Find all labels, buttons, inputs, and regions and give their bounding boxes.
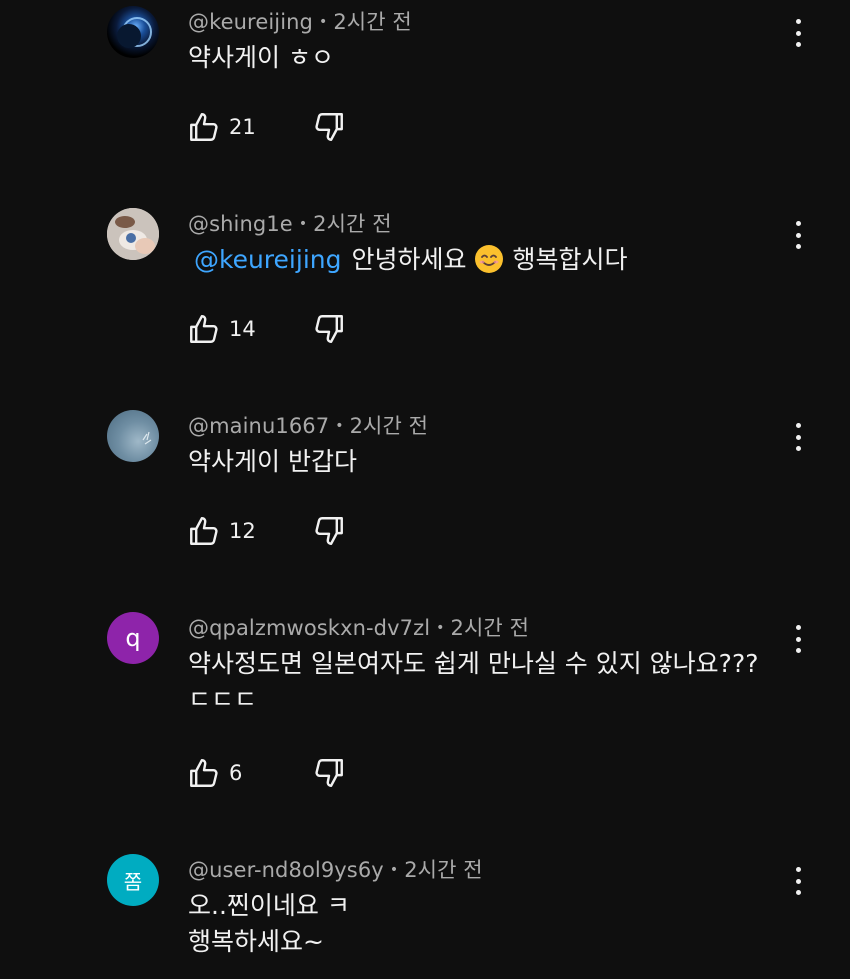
comment-text-line: 오..찐이네요 ㅋ [188, 891, 350, 920]
comment-text-line: 행복하세요~ [188, 927, 324, 956]
thumb-up-icon[interactable] [187, 312, 221, 346]
like-count: 12 [229, 519, 256, 543]
comment-meta: @mainu1667 • 2시간 전 [188, 410, 428, 440]
thumb-down-icon[interactable] [312, 756, 346, 790]
comment-meta: @user-nd8ol9ys6y • 2시간 전 [188, 854, 483, 884]
separator: • [389, 862, 399, 878]
thumb-down-icon[interactable] [312, 514, 346, 548]
photo-avatar-icon [107, 208, 159, 260]
more-options-icon[interactable] [786, 865, 810, 897]
thumb-down-icon[interactable] [312, 312, 346, 346]
comment-time: 2시간 전 [404, 858, 483, 882]
separator: • [298, 216, 308, 232]
comment-text-content: 약사게이 반갑다 [188, 447, 357, 476]
comment-text: 약사게이 ㅎㅇ [188, 40, 334, 76]
thumb-up-icon[interactable] [187, 110, 221, 144]
avatar-letter: 쫌 [123, 869, 143, 894]
comment-time: 2시간 전 [313, 212, 392, 236]
author-name[interactable]: @mainu1667 [188, 414, 329, 438]
comment-actions: 6 [187, 756, 289, 790]
avatar[interactable]: 쫌 [107, 854, 159, 906]
author-name[interactable]: @shing1e [188, 212, 293, 236]
comment-time: 2시간 전 [349, 414, 429, 438]
comment-text: @keureijing 안녕하세요 행복합시다 [188, 242, 627, 278]
comment-text-content: 행복합시다 [512, 245, 628, 274]
separator: • [318, 14, 328, 30]
more-options-icon[interactable] [786, 421, 810, 453]
thumb-up-icon[interactable] [187, 756, 221, 790]
sky-photo-icon [142, 431, 152, 445]
author-name[interactable]: @keureijing [188, 10, 313, 34]
author-name[interactable]: @qpalzmwoskxn-dv7zl [188, 616, 430, 640]
smiling-face-emoji-icon [475, 245, 504, 273]
comment-meta: @shing1e • 2시간 전 [188, 208, 392, 238]
night-sky-photo-icon [117, 17, 152, 48]
separator: • [436, 620, 445, 636]
thumb-down-icon[interactable] [312, 110, 346, 144]
comment-text-line: ㄷㄷㄷ [188, 685, 258, 714]
avatar[interactable]: q [107, 612, 159, 664]
comment-text-content: 안녕하세요 [351, 245, 467, 274]
mention-link[interactable]: @keureijing [194, 245, 341, 274]
comment-text-content: 약사게이 ㅎㅇ [188, 43, 334, 72]
comment-time: 2시간 전 [333, 10, 412, 34]
avatar[interactable] [107, 410, 159, 462]
comment-time: 2시간 전 [450, 616, 530, 640]
separator: • [335, 418, 344, 434]
comment-text-line: 약사정도면 일본여자도 쉽게 만나실 수 있지 않나요??? [188, 649, 759, 678]
like-count: 14 [229, 317, 256, 341]
more-options-icon[interactable] [786, 219, 810, 251]
comment-actions: 14 [187, 312, 289, 346]
comment-meta: @qpalzmwoskxn-dv7zl • 2시간 전 [188, 612, 529, 642]
comment-text: 오..찐이네요 ㅋ 행복하세요~ [188, 888, 350, 960]
comment-meta: @keureijing • 2시간 전 [188, 6, 412, 36]
like-count: 6 [229, 761, 243, 785]
more-options-icon[interactable] [786, 17, 810, 49]
comment-text: 약사게이 반갑다 [188, 444, 357, 480]
avatar[interactable] [107, 6, 159, 58]
comment-actions: 21 [187, 110, 289, 144]
avatar-letter: q [125, 624, 141, 652]
like-count: 21 [229, 115, 256, 139]
comment-actions: 12 [187, 514, 289, 548]
author-name[interactable]: @user-nd8ol9ys6y [188, 858, 384, 882]
comment-text: 약사정도면 일본여자도 쉽게 만나실 수 있지 않나요??? ㄷㄷㄷ [188, 646, 759, 718]
more-options-icon[interactable] [786, 623, 810, 655]
avatar[interactable] [107, 208, 159, 260]
thumb-up-icon[interactable] [187, 514, 221, 548]
